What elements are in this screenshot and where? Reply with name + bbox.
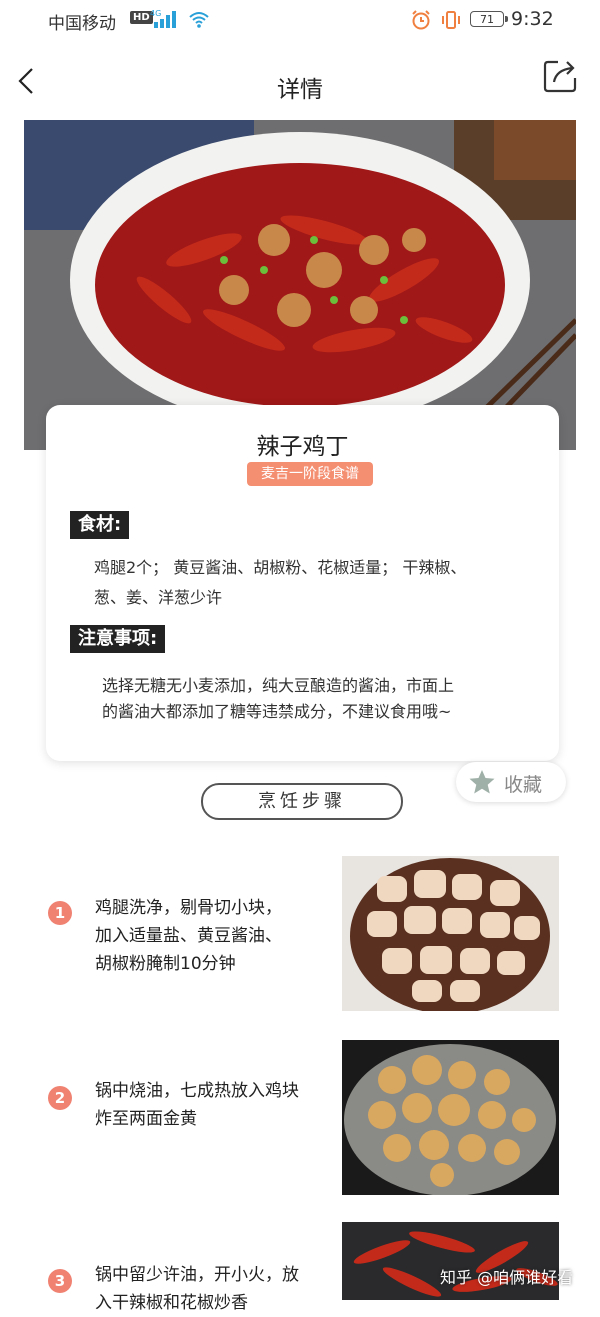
step-line: 鸡腿洗净，剔骨切小块，	[95, 898, 282, 918]
dish-name: 辣子鸡丁	[256, 434, 349, 460]
watermark: 知乎 @咱俩谁好看	[440, 1268, 574, 1287]
step-line: 入干辣椒和花椒炒香	[95, 1293, 248, 1313]
step-line: 锅中留少许油，开小火，放	[95, 1265, 299, 1285]
page-title: 详情	[277, 77, 323, 103]
step-line: 加入适量盐、黄豆酱油、	[95, 926, 282, 946]
notes-line: 选择无糖无小麦添加，纯大豆酿造的酱油，市面上	[102, 676, 455, 695]
cooking-steps-button[interactable]: 烹饪步骤	[201, 783, 403, 820]
step-photo	[342, 1040, 559, 1195]
step-text: 鸡腿洗净，剔骨切小块， 加入适量盐、黄豆酱油、 胡椒粉腌制10分钟	[95, 894, 335, 978]
favorite-label: 收藏	[504, 774, 543, 796]
ingredients-line: 葱、姜、洋葱少许	[94, 588, 223, 607]
clock: 9:32	[511, 8, 554, 30]
carrier-name: 中国移动	[48, 14, 116, 34]
wifi-icon	[189, 12, 209, 28]
vibrate-icon	[442, 11, 460, 29]
step-number-badge: 2	[48, 1086, 72, 1110]
alarm-icon	[412, 10, 430, 30]
step-photo	[342, 856, 559, 1011]
battery-indicator: 71	[470, 11, 508, 27]
favorite-button[interactable]: 收藏	[456, 762, 566, 802]
step-number-badge: 3	[48, 1269, 72, 1293]
step-text: 锅中留少许油，开小火，放 入干辣椒和花椒炒香	[95, 1261, 335, 1317]
step-number-badge: 1	[48, 901, 72, 925]
step-line: 锅中烧油，七成热放入鸡块	[95, 1081, 299, 1101]
share-icon[interactable]	[542, 56, 580, 94]
notes-text: 选择无糖无小麦添加，纯大豆酿造的酱油，市面上 的酱油大都添加了糖等违禁成分，不建…	[102, 673, 542, 725]
dish-photo	[24, 120, 576, 450]
notes-heading: 注意事项:	[70, 625, 166, 653]
notes-line: 的酱油大都添加了糖等违禁成分，不建议食用哦~	[102, 702, 452, 721]
recipe-stage-tag: 麦吉一阶段食谱	[247, 462, 373, 486]
ingredients-text: 鸡腿2个； 黄豆酱油、胡椒粉、花椒适量； 干辣椒、 葱、姜、洋葱少许	[94, 553, 524, 613]
cell-signal-icon: 4G	[150, 9, 176, 28]
ingredients-line: 鸡腿2个； 黄豆酱油、胡椒粉、花椒适量； 干辣椒、	[94, 558, 467, 577]
step-line: 炸至两面金黄	[95, 1109, 197, 1129]
step-text: 锅中烧油，七成热放入鸡块 炸至两面金黄	[95, 1077, 335, 1133]
svg-text:4G: 4G	[150, 9, 161, 18]
recipe-card: 辣子鸡丁 麦吉一阶段食谱 食材: 鸡腿2个； 黄豆酱油、胡椒粉、花椒适量； 干辣…	[46, 405, 559, 761]
star-icon	[469, 770, 495, 794]
step-photo	[342, 1222, 559, 1300]
step-line: 胡椒粉腌制10分钟	[95, 954, 236, 974]
status-bar: 中国移动 HD 4G 71 9:32	[0, 0, 600, 40]
ingredients-heading: 食材:	[70, 511, 130, 539]
